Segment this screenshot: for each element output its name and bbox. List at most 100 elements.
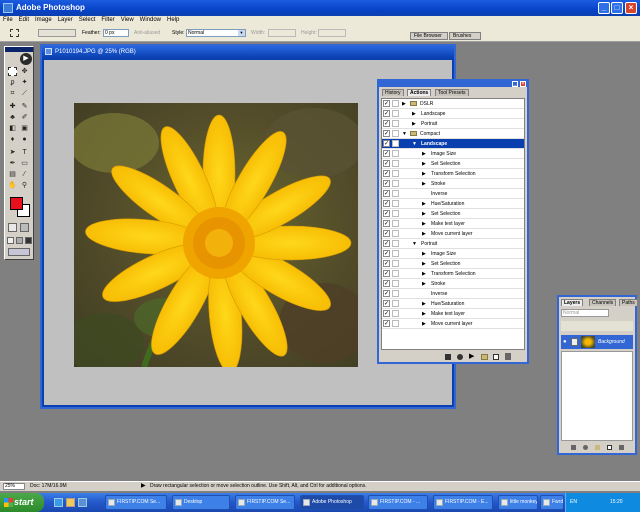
standard-mode-icon[interactable] (8, 223, 17, 232)
dialog-toggle-box[interactable] (392, 200, 399, 207)
action-set-row[interactable]: ✓ ▼ Compact (382, 129, 524, 139)
toggle-item-checkbox[interactable]: ✓ (383, 130, 390, 137)
expand-triangle-icon[interactable]: ▶ (422, 300, 426, 308)
dialog-toggle-box[interactable] (392, 280, 399, 287)
hand-tool-icon[interactable]: ✋ (8, 181, 17, 190)
toggle-item-checkbox[interactable]: ✓ (383, 300, 390, 307)
action-row[interactable]: ✓ ▼ Landscape (382, 139, 524, 149)
action-step-row[interactable]: ✓ ▶ Set Selection (382, 209, 524, 219)
dialog-toggle-box[interactable] (392, 250, 399, 257)
delete-layer-icon[interactable] (619, 445, 624, 450)
toggle-item-checkbox[interactable]: ✓ (383, 160, 390, 167)
quicklaunch-folder-icon[interactable] (66, 498, 75, 507)
toggle-item-checkbox[interactable]: ✓ (383, 260, 390, 267)
tab-actions[interactable]: Actions (407, 89, 432, 96)
brush-tool-icon[interactable]: ✎ (20, 102, 29, 111)
toggle-item-checkbox[interactable]: ✓ (383, 230, 390, 237)
new-set-icon[interactable] (481, 354, 488, 360)
action-step-row[interactable]: ✓ ▶ Move current layer (382, 229, 524, 239)
taskbar-button[interactable]: FIRSTIP.COM Se... (235, 495, 295, 510)
dialog-toggle-box[interactable] (392, 300, 399, 307)
dodge-tool-icon[interactable]: ● (20, 135, 29, 144)
toggle-item-checkbox[interactable]: ✓ (383, 110, 390, 117)
tab-tool-presets[interactable]: Tool Presets (435, 89, 469, 96)
expand-triangle-open-icon[interactable]: ▼ (412, 140, 417, 148)
trash-icon[interactable] (505, 353, 511, 360)
quick-mask-icon[interactable] (20, 223, 29, 232)
adobe-online-icon[interactable]: ▶ (20, 53, 32, 65)
history-brush-icon[interactable]: ✐ (20, 113, 29, 122)
toggle-item-checkbox[interactable]: ✓ (383, 190, 390, 197)
menu-select[interactable]: Select (76, 16, 99, 25)
taskbar-button[interactable]: FIRSTIP.COM - ... (368, 495, 428, 510)
slice-tool-icon[interactable]: ⟋ (20, 89, 29, 98)
action-step-row[interactable]: ✓ ▶ Move current layer (382, 319, 524, 329)
marquee-tool-icon[interactable] (8, 67, 17, 76)
toggle-item-checkbox[interactable]: ✓ (383, 180, 390, 187)
expand-triangle-icon[interactable]: ▶ (422, 200, 426, 208)
toggle-item-checkbox[interactable]: ✓ (383, 310, 390, 317)
action-step-row[interactable]: ✓ ▶ Hue/Saturation (382, 299, 524, 309)
zoom-tool-icon[interactable]: ⚲ (20, 181, 29, 190)
maximize-button[interactable]: □ (611, 2, 623, 14)
quicklaunch-ie-icon[interactable] (54, 498, 63, 507)
dialog-toggle-box[interactable] (392, 260, 399, 267)
new-action-icon[interactable] (493, 354, 499, 360)
expand-triangle-icon[interactable]: ▶ (422, 170, 426, 178)
toggle-item-checkbox[interactable]: ✓ (383, 120, 390, 127)
gradient-tool-icon[interactable]: ▣ (20, 124, 29, 133)
dialog-toggle-box[interactable] (392, 290, 399, 297)
expand-triangle-icon[interactable]: ▶ (422, 280, 426, 288)
action-step-row[interactable]: ✓ ▶ Set Selection (382, 259, 524, 269)
blend-mode-select[interactable]: Normal (561, 309, 609, 317)
tab-history[interactable]: History (382, 89, 404, 96)
toggle-item-checkbox[interactable]: ✓ (383, 100, 390, 107)
screen-mode-full-icon[interactable] (25, 237, 32, 244)
dialog-toggle-box[interactable] (392, 230, 399, 237)
expand-triangle-icon[interactable]: ▶ (422, 260, 426, 268)
action-set-row[interactable]: ✓ ▶ DSLR (382, 99, 524, 109)
eye-icon[interactable]: ● (563, 339, 567, 345)
screen-mode-full-menu-icon[interactable] (16, 237, 23, 244)
taskbar-button[interactable]: little monkey - ... (498, 495, 538, 510)
expand-triangle-icon[interactable]: ▶ (422, 150, 426, 158)
expand-triangle-icon[interactable]: ▶ (422, 180, 426, 188)
blur-tool-icon[interactable]: ♦ (8, 135, 17, 144)
healing-brush-icon[interactable]: ✚ (8, 102, 17, 111)
expand-triangle-icon[interactable]: ▶ (422, 310, 426, 318)
expand-triangle-icon[interactable]: ▶ (422, 220, 426, 228)
expand-triangle-open-icon[interactable]: ▼ (412, 240, 417, 248)
feather-field[interactable]: 0 px (103, 29, 129, 37)
dialog-toggle-box[interactable] (392, 220, 399, 227)
status-arrow-icon[interactable]: ▶ (141, 483, 146, 490)
toggle-item-checkbox[interactable]: ✓ (383, 210, 390, 217)
dialog-toggle-box[interactable] (392, 120, 399, 127)
expand-triangle-icon[interactable]: ▶ (422, 160, 426, 168)
doc-size[interactable]: Doc: 17M/16.9M (30, 483, 67, 490)
toggle-item-checkbox[interactable]: ✓ (383, 250, 390, 257)
menu-image[interactable]: Image (32, 16, 55, 25)
record-icon[interactable] (457, 354, 463, 360)
taskbar-button[interactable]: FIRSTIP.COM Se... (105, 495, 167, 510)
action-row[interactable]: ✓ ▼ Portrait (382, 239, 524, 249)
expand-triangle-icon[interactable]: ▶ (422, 230, 426, 238)
toggle-item-checkbox[interactable]: ✓ (383, 280, 390, 287)
action-step-row[interactable]: ✓ ▶ Make text layer (382, 219, 524, 229)
action-step-row[interactable]: ✓ ▶ Transform Selection (382, 169, 524, 179)
move-tool-icon[interactable]: ✥ (20, 67, 29, 76)
play-icon[interactable]: ▶ (469, 353, 474, 360)
taskbar-button[interactable]: Desktop (172, 495, 230, 510)
action-row[interactable]: ✓ ▶ Portrait (382, 119, 524, 129)
dialog-toggle-box[interactable] (392, 190, 399, 197)
dialog-toggle-box[interactable] (392, 140, 399, 147)
action-step-row[interactable]: ✓ ▶ Stroke (382, 279, 524, 289)
action-step-row[interactable]: ✓ ▶ Hue/Saturation (382, 199, 524, 209)
action-step-row[interactable]: ✓ ▶ Image Size (382, 249, 524, 259)
menu-view[interactable]: View (118, 16, 137, 25)
width-field[interactable] (268, 29, 296, 37)
toggle-item-checkbox[interactable]: ✓ (383, 150, 390, 157)
new-group-icon[interactable] (595, 445, 600, 450)
new-layer-icon[interactable] (607, 445, 612, 450)
dialog-toggle-box[interactable] (392, 320, 399, 327)
menu-window[interactable]: Window (137, 16, 164, 25)
